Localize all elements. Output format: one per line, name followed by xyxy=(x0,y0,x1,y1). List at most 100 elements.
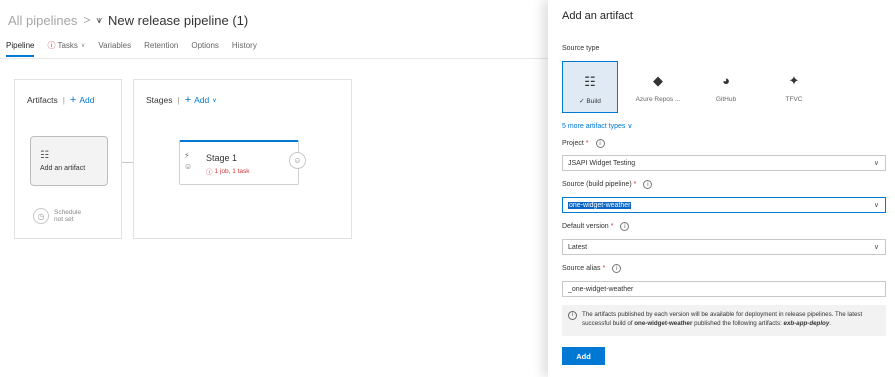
source-type-label: ✓ Build xyxy=(579,98,601,105)
source-type-label: GitHub xyxy=(715,96,737,103)
tfvc-icon: ✦ xyxy=(788,73,800,88)
breadcrumb-separator: > xyxy=(83,13,91,27)
tab-label: Options xyxy=(191,41,219,50)
stages-panel: Stages | + Add ∨ ⚡ ☺ Stage 1 ⓘ 1 job, 1 t… xyxy=(133,79,352,239)
pre-deployment-conditions[interactable]: ⚡ ☺ xyxy=(184,150,192,172)
source-build-pipeline-select[interactable]: one-widget-weather ∨ xyxy=(562,197,886,213)
source-value: one-widget-weather xyxy=(568,201,632,209)
add-artifact-card[interactable]: ☷ Add an artifact xyxy=(30,136,108,186)
clock-icon: ◷ xyxy=(33,208,49,224)
tab-label: Pipeline xyxy=(6,41,35,50)
project-value: JSAPI Widget Testing xyxy=(568,159,636,167)
source-type-label: Azure Repos ... xyxy=(635,96,681,103)
source-type-text: Build xyxy=(586,98,601,105)
chevron-down-icon: ∨ xyxy=(627,123,633,130)
add-button[interactable]: Add xyxy=(562,347,605,365)
info-icon[interactable]: i xyxy=(595,139,605,148)
note-build-name: one-widget-weather xyxy=(634,320,693,327)
source-alias-input[interactable]: _one-widget-weather xyxy=(562,281,886,297)
note-text-end: . xyxy=(829,320,832,327)
source-type-tfvc[interactable]: ✦ TFVC xyxy=(766,61,822,113)
more-artifact-types-link[interactable]: 5 more artifact types ∨ xyxy=(562,122,633,130)
source-type-build[interactable]: ☷ ✓ Build xyxy=(562,61,618,113)
label-text: Source type xyxy=(562,45,600,52)
artifacts-title: Artifacts xyxy=(27,95,58,105)
info-icon[interactable]: i xyxy=(612,264,622,273)
divider: | xyxy=(62,95,65,105)
stage-tasks-link[interactable]: ⓘ 1 job, 1 task xyxy=(206,166,250,177)
tab-label: Tasks xyxy=(57,41,78,50)
label-text: Project xyxy=(562,140,584,147)
add-stage-link[interactable]: + Add ∨ xyxy=(185,94,217,106)
default-version-value: Latest xyxy=(568,243,588,251)
more-types-text: 5 more artifact types xyxy=(562,123,626,130)
info-icon[interactable]: i xyxy=(620,222,630,231)
plus-icon: + xyxy=(69,94,77,106)
breadcrumb: All pipelines > ⩛ New release pipeline (… xyxy=(8,11,248,29)
flyout-title: Add an artifact xyxy=(562,10,633,22)
required-mark: * xyxy=(585,140,589,147)
tab-variables[interactable]: Variables xyxy=(98,40,137,55)
stage-subtitle: 1 job, 1 task xyxy=(214,167,250,175)
artifacts-header: Artifacts | + Add xyxy=(27,94,94,106)
azure-repos-icon: ◆ xyxy=(653,73,663,88)
label-text: Source (build pipeline) xyxy=(562,181,632,188)
pipeline-editor: All pipelines > ⩛ New release pipeline (… xyxy=(0,0,548,377)
tab-label: History xyxy=(231,41,257,50)
pipeline-tabs: Pipeline ⓘ Tasks ∨ Variables Retention O… xyxy=(6,40,270,57)
label-text: Default version xyxy=(562,223,609,230)
source-type-azure-repos[interactable]: ◆ Azure Repos ... xyxy=(630,61,686,113)
source-type-label: Source type xyxy=(562,45,599,52)
source-alias-value: _one-widget-weather xyxy=(568,285,634,293)
source-type-github[interactable]: ◕ GitHub xyxy=(698,61,754,113)
release-pipeline-icon: ⩛ xyxy=(96,14,103,26)
tab-tasks[interactable]: ⓘ Tasks ∨ xyxy=(47,40,91,55)
info-icon[interactable]: i xyxy=(643,180,653,189)
default-version-select[interactable]: Latest ∨ xyxy=(562,239,886,255)
post-deployment-approvals-icon[interactable]: ☺ xyxy=(289,152,306,169)
default-version-label: Default version * i xyxy=(562,222,630,231)
build-icon: ☷ xyxy=(40,150,49,161)
breadcrumb-all-pipelines[interactable]: All pipelines xyxy=(8,13,77,28)
info-icon: i xyxy=(568,311,577,320)
warning-icon: ⓘ xyxy=(47,41,56,50)
tabs-divider xyxy=(0,58,548,59)
warning-icon: ⓘ xyxy=(206,169,213,176)
github-icon: ◕ xyxy=(722,73,730,88)
build-icon: ☷ xyxy=(584,74,596,89)
schedule-line1: Schedule xyxy=(54,209,82,216)
chevron-down-icon: ∨ xyxy=(80,43,86,49)
schedule-line2: not set xyxy=(54,216,74,223)
required-mark: * xyxy=(633,181,637,188)
stages-header: Stages | + Add ∨ xyxy=(146,94,217,106)
required-mark: * xyxy=(602,265,606,272)
source-type-label: TFVC xyxy=(785,96,803,103)
chevron-down-icon: ∨ xyxy=(873,202,879,209)
note-artifact-name: exb-app-deploy xyxy=(783,320,830,327)
add-label: Add xyxy=(79,95,95,105)
source-type-options: ☷ ✓ Build ◆ Azure Repos ... ◕ GitHub ✦ T… xyxy=(562,61,834,113)
artifact-info-note: i The artifacts published by each versio… xyxy=(562,305,886,336)
plus-icon: + xyxy=(184,94,192,106)
required-mark: * xyxy=(610,223,614,230)
tab-label: Retention xyxy=(144,41,179,50)
tab-retention[interactable]: Retention xyxy=(144,40,184,55)
stage-card[interactable]: ⚡ ☺ Stage 1 ⓘ 1 job, 1 task ☺ xyxy=(179,140,306,185)
schedule-text: Schedule not set xyxy=(54,209,81,223)
tab-pipeline[interactable]: Pipeline xyxy=(6,40,40,57)
source-label: Source (build pipeline) * i xyxy=(562,180,653,189)
tab-options[interactable]: Options xyxy=(191,40,225,55)
add-artifact-flyout: Add an artifact Source type ☷ ✓ Build ◆ … xyxy=(548,0,895,377)
project-select[interactable]: JSAPI Widget Testing ∨ xyxy=(562,155,886,171)
schedule-trigger[interactable]: ◷ Schedule not set xyxy=(33,208,81,224)
project-label: Project * i xyxy=(562,139,605,148)
add-artifact-link[interactable]: + Add xyxy=(70,94,95,106)
tab-history[interactable]: History xyxy=(232,40,263,55)
add-artifact-label: Add an artifact xyxy=(40,165,86,172)
release-pipeline-page: All pipelines > ⩛ New release pipeline (… xyxy=(0,0,895,377)
chevron-down-icon: ∨ xyxy=(873,244,879,251)
source-alias-label: Source alias * i xyxy=(562,264,622,273)
stages-title: Stages xyxy=(146,95,173,105)
label-text: Source alias xyxy=(562,265,601,272)
chevron-down-icon: ∨ xyxy=(212,97,217,104)
